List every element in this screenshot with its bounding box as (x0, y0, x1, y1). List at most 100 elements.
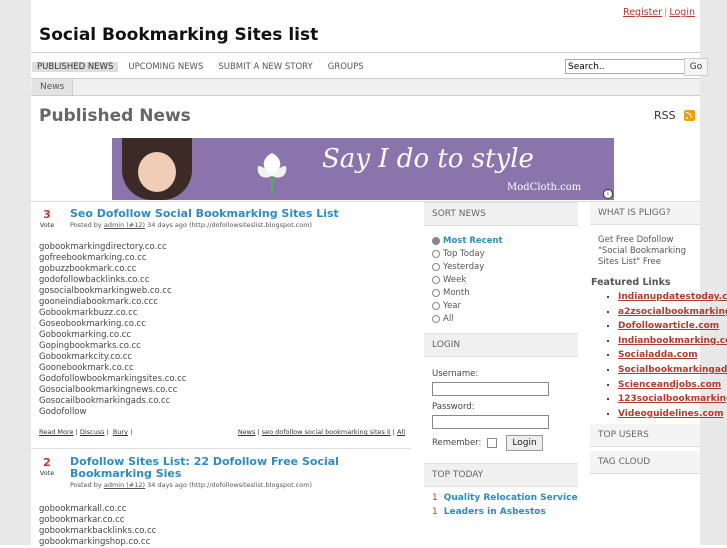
featured-link[interactable]: Scienceandjobs.com (618, 380, 721, 390)
read-more-link[interactable]: Read More (39, 428, 74, 436)
about-text: Get Free Dofollow "Social Bookmarking Si… (598, 235, 687, 267)
page-title: Published News (39, 106, 191, 126)
story-byline: Posted by admin (#12) 34 days ago (http:… (70, 481, 312, 489)
nav-groups[interactable]: GROUPS (323, 62, 369, 72)
discuss-link[interactable]: Discuss (80, 428, 105, 436)
vote-label: Vote (39, 469, 55, 477)
body-line: gofreebookmarking.co.cc (39, 253, 147, 263)
top-today-heading: TOP TODAY (424, 463, 578, 487)
nav-upcoming-news[interactable]: UPCOMING NEWS (123, 62, 208, 72)
sidebar-right: WHAT IS PLIGG? Get Free Dofollow "Social… (590, 202, 727, 475)
register-link[interactable]: Register (623, 7, 662, 18)
top-today-item[interactable]: 1 Leaders in Asbestos (424, 505, 578, 519)
vote-count: 2 (43, 456, 51, 469)
radio-selected-icon (432, 236, 440, 245)
vote-box[interactable]: 3 Vote (36, 208, 58, 229)
category-link[interactable]: News (238, 428, 256, 436)
sort-label: Month (443, 287, 470, 298)
login-link[interactable]: Login (669, 7, 695, 18)
radio-icon (432, 249, 440, 258)
list-item: a2zsocialbookmarking.com (618, 305, 727, 320)
top-today-item[interactable]: 1 Quality Relocation Service (424, 491, 578, 505)
tag-cloud-heading[interactable]: TAG CLOUD (590, 451, 700, 475)
rss-icon[interactable] (684, 110, 695, 121)
page-gutter-right (700, 0, 727, 545)
featured-link[interactable]: a2zsocialbookmarking.com (618, 307, 727, 317)
password-field[interactable] (432, 415, 549, 429)
tags-link[interactable]: seo dofollow social bookmarking sites li (262, 428, 391, 436)
bury-link[interactable]: Bury (113, 428, 128, 436)
sort-week[interactable]: Week (432, 273, 578, 286)
sort-year[interactable]: Year (432, 299, 578, 312)
remember-checkbox[interactable] (487, 438, 498, 448)
story-age: 34 days ago (147, 221, 187, 229)
body-line: gobuzzbookmark.co.cc (39, 264, 137, 274)
remember-row: Remember: Login (432, 435, 578, 451)
story-title[interactable]: Seo Dofollow Social Bookmarking Sites Li… (70, 208, 405, 220)
username-label: Username: (432, 369, 479, 379)
story-title[interactable]: Dofollow Sites List: 22 Dofollow Free So… (70, 456, 405, 480)
top-today-title: Quality Relocation Service (443, 493, 578, 503)
banner-slogan: Say I do to style (322, 144, 534, 174)
featured-link[interactable]: 123socialbookmarking.com (618, 394, 727, 404)
featured-link[interactable]: Videoguidelines.com (618, 409, 723, 419)
sidebar-middle: SORT NEWS Most Recent Top Today Yesterda… (424, 202, 578, 519)
sort-label: Yesterday (443, 261, 485, 272)
sort-top-today[interactable]: Top Today (432, 247, 578, 260)
featured-links-heading: Featured Links (591, 277, 671, 288)
breadcrumb-news[interactable]: News (32, 79, 74, 95)
vote-box[interactable]: 2 Vote (36, 456, 58, 477)
vote-count: 3 (43, 208, 51, 221)
body-line: Gobookmarking.co.cc (39, 330, 132, 340)
password-label: Password: (432, 402, 475, 412)
story-age: 34 days ago (147, 481, 187, 489)
sort-news-list: Most Recent Top Today Yesterday Week Mon… (424, 226, 578, 325)
story-body: gobookmarkall.co.cc gobookmarkar.co.cc g… (39, 504, 156, 548)
sort-month[interactable]: Month (432, 286, 578, 299)
featured-link[interactable]: Socialadda.com (618, 350, 698, 360)
list-item: Socialadda.com (618, 348, 700, 363)
top-users-heading[interactable]: TOP USERS (590, 424, 700, 448)
page-container: Register | Login Social Bookmarking Sites … (31, 0, 727, 548)
what-is-pligg-heading: WHAT IS PLIGG? (590, 202, 700, 225)
featured-link[interactable]: Indianupdatestoday.com (618, 292, 727, 302)
radio-icon (432, 314, 440, 323)
all-tags-link[interactable]: All (397, 428, 405, 436)
account-links: Register | Login (623, 7, 695, 18)
sort-most-recent[interactable]: Most Recent (432, 234, 578, 247)
featured-link[interactable]: Dofollowarticle.com (618, 321, 719, 331)
story-source: (http://dofollowsiteslist.blogspot.com) (189, 221, 313, 229)
sort-yesterday[interactable]: Yesterday (432, 260, 578, 273)
nav-submit-story[interactable]: SUBMIT A NEW STORY (213, 62, 317, 72)
search-input[interactable] (565, 59, 685, 74)
sort-all[interactable]: All (432, 312, 578, 325)
rss-link[interactable]: RSS (654, 109, 676, 122)
login-button[interactable]: Login (506, 435, 543, 451)
body-line: gobookmarkbacklinks.co.cc (39, 526, 157, 536)
body-line: Godofollowbookmarkingsites.co.cc (39, 374, 187, 384)
link-separator: | (664, 7, 668, 18)
body-line: gobookmarkar.co.cc (39, 515, 125, 525)
body-line: gooneindiabookmark.co.ccc (39, 297, 158, 307)
sort-label: All (443, 313, 454, 324)
nav-published-news[interactable]: PUBLISHED NEWS (32, 62, 119, 72)
author-link[interactable]: admin (#12) (104, 221, 145, 229)
main-nav: PUBLISHED NEWS UPCOMING NEWS SUBMIT A NE… (31, 58, 374, 76)
featured-link[interactable]: Socialbookmarkingads.com (618, 365, 727, 375)
radio-icon (432, 288, 440, 297)
posted-prefix: Posted by (70, 221, 102, 229)
banner-model-image (122, 138, 192, 200)
ad-info-icon[interactable]: i (603, 189, 613, 199)
search-go-button[interactable]: Go (684, 58, 708, 76)
story-source: (http://dofollowsiteslist.blogspot.com) (189, 481, 313, 489)
sort-news-heading: SORT NEWS (424, 202, 578, 226)
featured-link[interactable]: Indianbookmarking.com (618, 336, 727, 346)
username-field[interactable] (432, 382, 549, 396)
site-title[interactable]: Social Bookmarking Sites list (39, 25, 318, 45)
radio-icon (432, 301, 440, 310)
ad-banner[interactable]: Say I do to style ModCloth.com i (112, 138, 614, 200)
author-link[interactable]: admin (#12) (104, 481, 145, 489)
vote-label: Vote (39, 221, 55, 229)
list-item: Indianbookmarking.com (618, 334, 727, 349)
story-item: 2 Vote Dofollow Sites List: 22 Dofollow … (31, 449, 411, 548)
